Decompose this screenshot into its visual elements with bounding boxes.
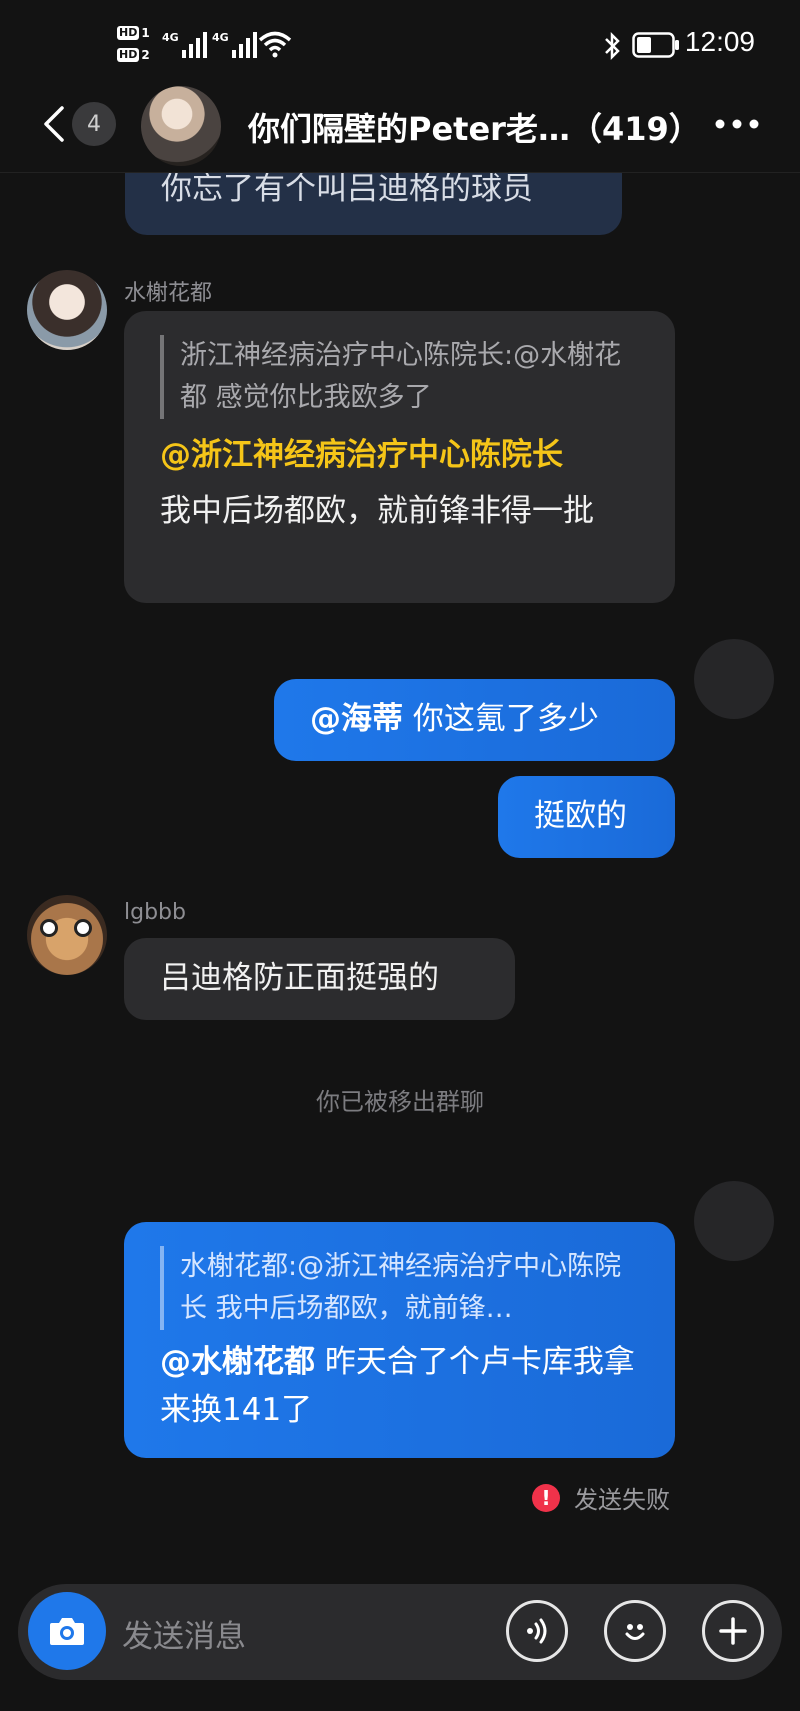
message-text: 挺欧的 (534, 798, 627, 834)
message-text: 你这氪了多少 (403, 701, 599, 737)
message-input[interactable]: 发送消息 (122, 1611, 246, 1656)
camera-button[interactable] (28, 1592, 106, 1670)
message-bubble-partial[interactable]: 你忘了有个叫吕迪格的球员 (125, 173, 622, 235)
signal-1: 4G (162, 30, 208, 58)
emoji-button[interactable] (604, 1600, 666, 1662)
unread-count-badge[interactable]: 4 (72, 102, 116, 146)
signal-icon (231, 32, 257, 58)
sender-name: lgbbb (124, 900, 186, 925)
sim1-hd-badge: HD (117, 26, 140, 40)
send-failed-status[interactable]: ! 发送失败 (532, 1480, 670, 1515)
clock: 12:09 (684, 26, 755, 57)
sim2-hd-badge: HD (117, 48, 140, 62)
mention[interactable]: @水榭花都 (160, 1344, 315, 1380)
mention[interactable]: @海蒂 (310, 701, 403, 737)
network-1-label: 4G (162, 31, 179, 44)
quoted-reply: 浙江神经病治疗中心陈院长:@水榭花都 感觉你比我欧多了 (160, 335, 639, 419)
message-text: 吕迪格防正面挺强的 (160, 960, 439, 996)
sim2-number: 2 (141, 48, 150, 62)
quoted-reply: 水榭花都:@浙江神经病治疗中心陈院长 我中后场都欧，就前锋… (160, 1246, 639, 1330)
battery-icon (632, 32, 679, 58)
plus-icon (719, 1617, 747, 1645)
self-avatar[interactable] (694, 1181, 774, 1261)
status-bar: HD 1 HD 2 4G 4G 12:09 (0, 0, 800, 92)
network-2-label: 4G (212, 31, 229, 44)
message-bubble-self[interactable]: @海蒂 你这氪了多少 (274, 679, 675, 761)
voice-button[interactable] (506, 1600, 568, 1662)
bluetooth-icon (605, 31, 620, 61)
message-body: @浙江神经病治疗中心陈院长 我中后场都欧，就前锋非得一批 (160, 427, 639, 539)
chat-title[interactable]: 你们隔壁的Peter老…（419） (248, 104, 701, 150)
message-bubble[interactable]: 浙江神经病治疗中心陈院长:@水榭花都 感觉你比我欧多了 @浙江神经病治疗中心陈院… (124, 311, 675, 603)
avatar-lgbbb[interactable] (27, 895, 107, 975)
mention[interactable]: @浙江神经病治疗中心陈院长 (160, 437, 563, 473)
message-text: 你忘了有个叫吕迪格的球员 (161, 173, 533, 207)
sim1-number: 1 (141, 26, 150, 40)
group-avatar[interactable] (141, 86, 221, 166)
message-bubble-self[interactable]: 挺欧的 (498, 776, 675, 858)
signal-icon (181, 32, 207, 58)
more-icon[interactable] (712, 110, 762, 138)
system-notice: 你已被移出群聊 (316, 1088, 484, 1116)
message-bubble[interactable]: 吕迪格防正面挺强的 (124, 938, 515, 1020)
message-text: 我中后场都欧，就前锋非得一批 (160, 493, 594, 529)
eye-left (40, 919, 58, 937)
avatar-shuixiehuadu[interactable] (27, 270, 107, 350)
voice-icon (527, 1618, 547, 1644)
eye-right (74, 919, 92, 937)
sender-name: 水榭花都 (124, 281, 213, 306)
camera-icon (50, 1618, 84, 1645)
self-avatar[interactable] (694, 639, 774, 719)
message-clip: 你忘了有个叫吕迪格的球员 (0, 173, 800, 243)
send-failed-text: 发送失败 (574, 1486, 670, 1514)
wifi-icon (258, 31, 292, 58)
message-body: @水榭花都 昨天合了个卢卡库我拿来换141了 (160, 1338, 639, 1434)
sim-indicators: HD 1 HD 2 (117, 24, 157, 68)
error-icon[interactable]: ! (532, 1483, 560, 1512)
plus-button[interactable] (702, 1600, 764, 1662)
emoji-icon (625, 1624, 645, 1640)
message-bubble-self[interactable]: 水榭花都:@浙江神经病治疗中心陈院长 我中后场都欧，就前锋… @水榭花都 昨天合… (124, 1222, 675, 1458)
signal-2: 4G (212, 30, 258, 58)
